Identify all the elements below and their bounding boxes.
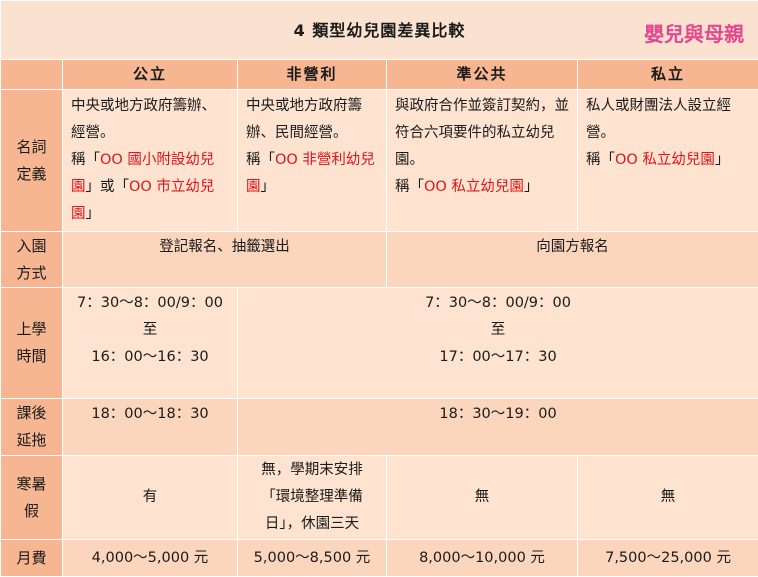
row-label-monthly-fee: 月費 <box>1 540 63 577</box>
header-corner <box>1 60 63 90</box>
table-title-cell: 4 類型幼兒園差異比較 嬰兒與母親 <box>1 1 758 60</box>
brand-logo: 嬰兒與母親 <box>644 21 744 48</box>
enrollment-public-nonprofit: 登記報名、抽籤選出 <box>63 232 387 288</box>
vacation-private: 無 <box>578 456 758 540</box>
row-label-vacation: 寒暑 假 <box>1 456 63 540</box>
comparison-document: 4 類型幼兒園差異比較 嬰兒與母親 公立 非營利 準公共 私立 名詞 定義 中央… <box>0 0 758 573</box>
fee-private: 7,500～25,000 元 <box>578 540 758 577</box>
school-hours-public: 7：30～8：00/9：00 至 16：00～16：30 <box>63 288 238 399</box>
header-public: 公立 <box>63 60 238 90</box>
after-care-others: 18：30～19：00 <box>238 399 758 456</box>
school-hours-others: 7：30～8：00/9：00 至 17：00～17：30 <box>238 288 758 399</box>
definition-public: 中央或地方政府籌辦、經營。 稱「OO 國小附設幼兒園」或「OO 市立幼兒園」 <box>63 90 238 232</box>
definition-private: 私人或財團法人設立經營。 稱「OO 私立幼兒園」 <box>578 90 758 232</box>
header-nonprofit: 非營利 <box>238 60 387 90</box>
table-title: 4 類型幼兒園差異比較 <box>294 21 466 40</box>
after-care-public: 18：00～18：30 <box>63 399 238 456</box>
definition-quasi-public: 與政府合作並簽訂契約，並符合六項要件的私立幼兒園。 稱「OO 私立幼兒園」 <box>387 90 578 232</box>
fee-quasi-public: 8,000～10,000 元 <box>387 540 578 577</box>
row-label-enrollment: 入園 方式 <box>1 232 63 288</box>
vacation-nonprofit: 無，學期末安排 「環境整理準備 日」，休園三天 <box>238 456 387 540</box>
enrollment-quasi-private: 向園方報名 <box>387 232 758 288</box>
header-private: 私立 <box>578 60 758 90</box>
vacation-quasi-public: 無 <box>387 456 578 540</box>
definition-nonprofit: 中央或地方政府籌辦、民間經營。 稱「OO 非營利幼兒園」 <box>238 90 387 232</box>
row-label-school-hours: 上學 時間 <box>1 288 63 399</box>
header-quasi-public: 準公共 <box>387 60 578 90</box>
row-label-after-care: 課後 延拖 <box>1 399 63 456</box>
fee-public: 4,000～5,000 元 <box>63 540 238 577</box>
comparison-table: 4 類型幼兒園差異比較 嬰兒與母親 公立 非營利 準公共 私立 名詞 定義 中央… <box>0 0 758 577</box>
fee-nonprofit: 5,000～8,500 元 <box>238 540 387 577</box>
row-label-definition: 名詞 定義 <box>1 90 63 232</box>
vacation-public: 有 <box>63 456 238 540</box>
